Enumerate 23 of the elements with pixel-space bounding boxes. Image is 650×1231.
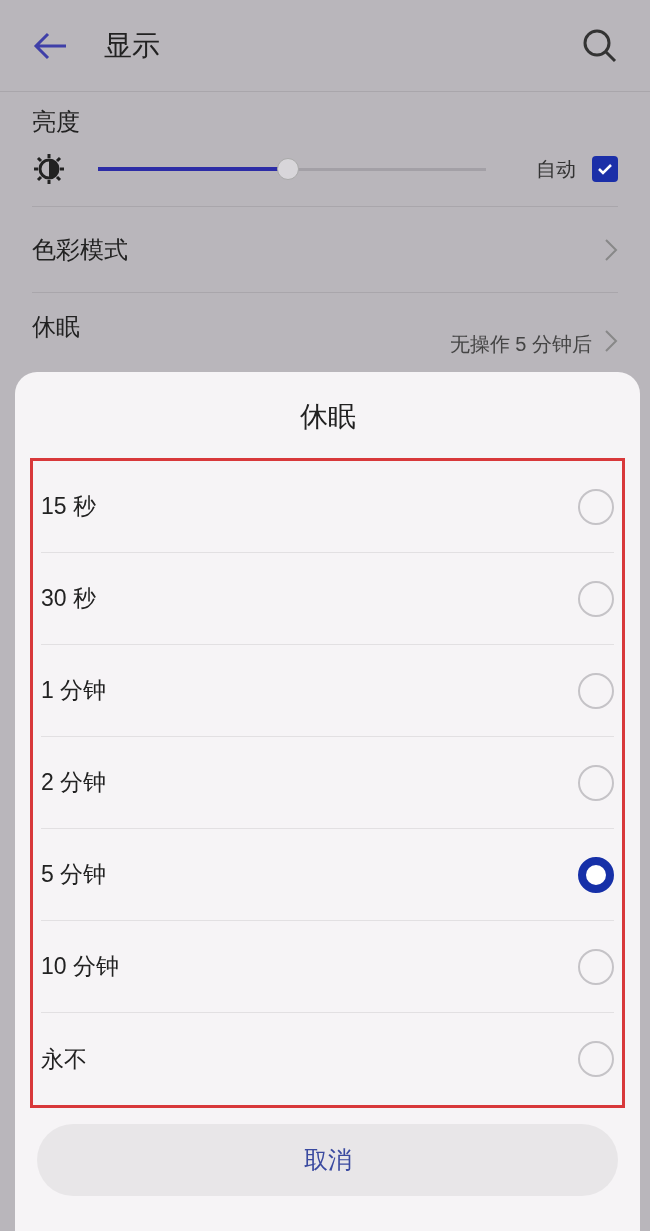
chevron-icon (604, 237, 618, 262)
setting-label[interactable]: 色彩模式 (32, 231, 128, 268)
chevron-icon (604, 329, 618, 353)
cancel-button[interactable]: 取消 (37, 1124, 618, 1196)
sleep-option[interactable]: 30 秒 (41, 553, 614, 645)
back-icon[interactable] (32, 30, 68, 61)
dialog-title: 休眠 (299, 400, 356, 434)
brightness-slider[interactable] (98, 157, 486, 181)
setting-label[interactable]: 休眠 (32, 309, 80, 345)
auto-label: 自动 (536, 157, 576, 182)
page-title: 显示 (104, 28, 160, 63)
brightness-label: 亮度 (32, 107, 81, 137)
sleep-option[interactable]: 1 分钟 (41, 645, 614, 737)
sleep-option[interactable]: 5 分钟 (41, 829, 614, 921)
radio-button[interactable] (578, 856, 614, 893)
brightness-icon (32, 152, 66, 186)
sleep-option[interactable]: 10 分钟 (41, 921, 614, 1013)
search-icon[interactable] (582, 27, 618, 64)
auto-checkbox[interactable] (592, 156, 618, 182)
setting-value: 无操作 5 分钟后 (449, 332, 592, 357)
sleep-option[interactable]: 2 分钟 (41, 737, 614, 829)
sleep-option[interactable]: 永不 (41, 1013, 614, 1105)
sleep-option[interactable]: 15 秒 (41, 461, 614, 553)
